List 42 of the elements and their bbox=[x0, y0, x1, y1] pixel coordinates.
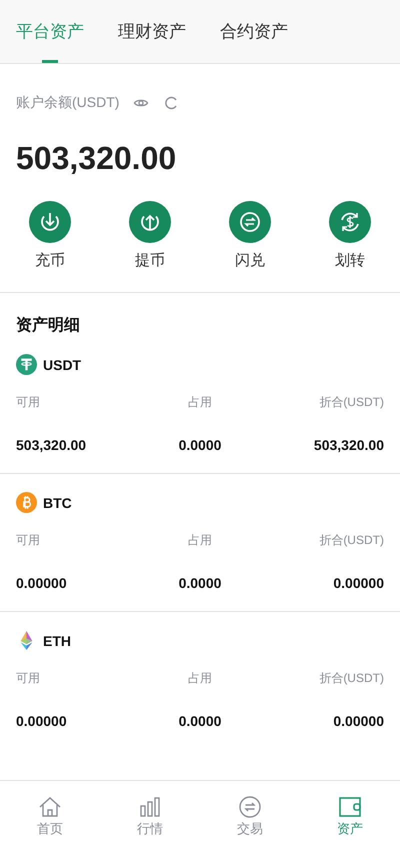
nav-item[interactable]: 资产 bbox=[337, 781, 363, 838]
column-label: 占用 bbox=[188, 670, 212, 687]
action-button[interactable]: 提币 bbox=[100, 201, 200, 292]
column-label: 可用 bbox=[16, 670, 40, 687]
refresh-icon[interactable] bbox=[163, 95, 180, 111]
frozen-amount: 0.0000 bbox=[178, 713, 222, 729]
swap-icon bbox=[238, 796, 262, 818]
column-label: 占用 bbox=[188, 532, 212, 549]
converted-amount: 503,320.00 bbox=[314, 437, 384, 453]
column-label: 可用 bbox=[16, 394, 40, 411]
tab[interactable]: 合约资产 bbox=[220, 0, 288, 63]
home-icon bbox=[38, 796, 62, 818]
column-label: 折合(USDT) bbox=[319, 394, 384, 411]
swap-icon bbox=[229, 201, 271, 243]
balance-label: 账户余额(USDT) bbox=[16, 94, 120, 112]
bar-chart-icon bbox=[138, 796, 162, 818]
section-title: 资产明细 bbox=[15, 315, 81, 336]
balance-amount: 503,320.00 bbox=[15, 139, 178, 177]
column-label: 折合(USDT) bbox=[319, 532, 384, 549]
download-icon bbox=[29, 201, 71, 243]
frozen-amount: 0.0000 bbox=[178, 575, 222, 591]
available-amount: 0.00000 bbox=[16, 713, 67, 729]
wallet-icon bbox=[338, 796, 362, 818]
tether-icon bbox=[16, 354, 37, 375]
available-amount: 0.00000 bbox=[16, 575, 67, 591]
available-amount: 503,320.00 bbox=[16, 437, 86, 453]
coin-name: USDT bbox=[43, 356, 82, 372]
column-label: 折合(USDT) bbox=[319, 670, 384, 687]
column-label: 可用 bbox=[16, 532, 40, 549]
frozen-amount: 0.0000 bbox=[178, 437, 222, 453]
action-button[interactable]: 充币 bbox=[0, 201, 100, 292]
converted-amount: 0.00000 bbox=[333, 575, 384, 591]
coin-name: ETH bbox=[43, 632, 71, 648]
coin-name: BTC bbox=[43, 494, 72, 510]
action-button[interactable]: 划转 bbox=[300, 201, 400, 292]
converted-amount: 0.00000 bbox=[333, 713, 384, 729]
upload-icon bbox=[129, 201, 171, 243]
action-button[interactable]: 闪兑 bbox=[200, 201, 300, 292]
dollar-exchange-icon bbox=[329, 201, 371, 243]
column-label: 占用 bbox=[188, 394, 212, 411]
bitcoin-icon bbox=[16, 492, 37, 513]
tab[interactable]: 理财资产 bbox=[118, 0, 186, 63]
